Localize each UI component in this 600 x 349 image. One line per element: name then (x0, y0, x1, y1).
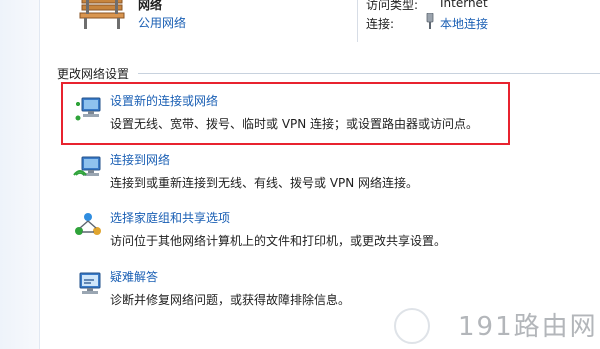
watermark-text: 191路由网 (458, 312, 598, 342)
troubleshoot-description: 诊断并修复网络问题，或获得故障排除信息。 (110, 293, 351, 307)
new-connection-icon (75, 97, 101, 121)
watermark-ring (394, 308, 430, 344)
troubleshoot-icon (79, 272, 101, 294)
network-type-link[interactable]: 公用网络 (138, 14, 186, 31)
homegroup-sharing-description: 访问位于其他网络计算机上的文件和打印机，或更改共享设置。 (110, 234, 447, 248)
left-navigation-strip (0, 0, 40, 349)
public-network-bench-icon (79, 0, 125, 29)
access-type-label: 访问类型: (366, 0, 419, 12)
section-title: 更改网络设置 (57, 67, 130, 81)
connect-to-network-description: 连接到或重新连接到无线、有线、拨号或 VPN 网络连接。 (110, 176, 419, 190)
setup-new-connection-description: 设置无线、宽带、拨号、临时或 VPN 连接；或设置路由器或访问点。 (110, 117, 479, 131)
network-name: 网络 (138, 0, 163, 12)
vertical-divider (357, 0, 358, 42)
task-setup-new-connection: 设置新的连接或网络 设置无线、宽带、拨号、临时或 VPN 连接；或设置路由器或访… (72, 92, 572, 136)
section-divider (138, 73, 600, 74)
troubleshoot-link[interactable]: 疑难解答 (110, 268, 158, 285)
connect-network-icon (73, 156, 101, 176)
task-homegroup-sharing: 选择家庭组和共享选项 访问位于其他网络计算机上的文件和打印机，或更改共享设置。 (72, 209, 572, 253)
access-type-value: Internet (440, 0, 488, 10)
plug-icon (426, 13, 434, 29)
homegroup-icon (75, 213, 101, 235)
task-connect-to-network: 连接到网络 连接到或重新连接到无线、有线、拨号或 VPN 网络连接。 (72, 151, 572, 195)
connect-to-network-link[interactable]: 连接到网络 (110, 151, 170, 168)
connection-label: 连接: (366, 17, 395, 31)
setup-new-connection-link[interactable]: 设置新的连接或网络 (110, 92, 218, 109)
local-connection-link[interactable]: 本地连接 (440, 15, 488, 32)
homegroup-sharing-link[interactable]: 选择家庭组和共享选项 (110, 209, 230, 226)
